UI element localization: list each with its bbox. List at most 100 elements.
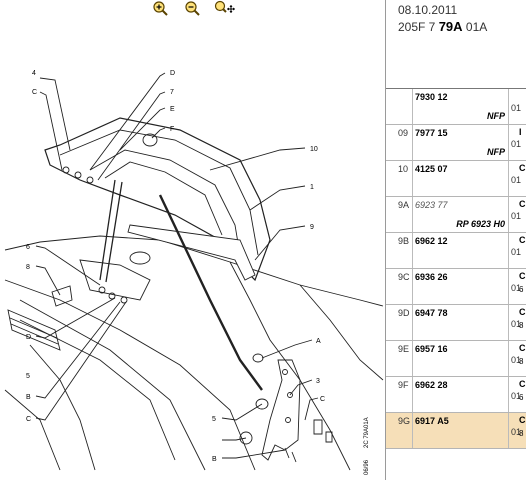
part-reference[interactable]: 6936 26 [415, 272, 448, 282]
reference-cell: 4125 07 [413, 161, 509, 196]
catalog-date: 08.10.2011 [398, 3, 458, 17]
part-extra-bottom: 8 [519, 429, 524, 438]
item-number: 9A [398, 200, 410, 210]
part-reference[interactable]: 6957 16 [415, 344, 448, 354]
parts-header: 08.10.2011 205F 7 79A 01A [386, 0, 526, 89]
quantity-cell: 01 C 8 [509, 305, 526, 340]
item-cell: 9B [386, 233, 413, 268]
item-number: 9F [398, 380, 409, 390]
callout-label: 5 [212, 416, 216, 423]
parts-table-row[interactable]: 9F 6962 28 01 C 6 [386, 377, 526, 413]
parts-table-row[interactable]: 9B 6962 12 01 C [386, 233, 526, 269]
part-quantity: 01 [511, 247, 522, 257]
item-cell: 9C [386, 269, 413, 304]
reference-cell: 6962 28 [413, 377, 509, 412]
hood-exploded-diagram: 4 C D 7 E F 10 1 9 6 8 D 5 B C A 3 5 B C… [4, 70, 384, 475]
parts-table-row[interactable]: 9C 6936 26 01 C 6 [386, 269, 526, 305]
item-cell: 9G [386, 413, 413, 448]
callout-label: A [316, 338, 321, 345]
quantity-cell: 01 C 6 [509, 377, 526, 412]
parts-table-row[interactable]: 9G 6917 A5 01 C 8 [386, 413, 526, 449]
callout-label: 7 [170, 89, 174, 96]
callout-label: 9 [310, 224, 314, 231]
callout-label: C [320, 396, 325, 403]
callout-label: D [26, 334, 31, 341]
callout-label: C [26, 416, 31, 423]
diagram-code-stamp: 2C 79A01A [364, 417, 370, 448]
part-extra-bottom: 6 [519, 393, 524, 402]
item-number: 9D [398, 308, 410, 318]
item-number: 9G [398, 416, 411, 426]
parts-table-row[interactable]: 7930 12 NFP 01 [386, 89, 526, 125]
part-reference[interactable]: 4125 07 [415, 164, 448, 174]
reference-cell: 7977 15 NFP [413, 125, 509, 160]
item-cell: 9F [386, 377, 413, 412]
part-extra-bottom: 8 [519, 357, 524, 366]
part-reference[interactable]: 6923 77 [415, 200, 448, 210]
part-extra-top: C [519, 235, 526, 245]
callout-label: B [26, 394, 31, 401]
part-quantity: 01 [511, 103, 522, 113]
quantity-cell: 01 [509, 89, 526, 124]
item-number: 9B [398, 236, 410, 246]
part-extra-top: C [519, 163, 526, 173]
part-extra-bottom: 8 [519, 321, 524, 330]
part-quantity: 01 [511, 139, 522, 149]
parts-table-row[interactable]: 9D 6947 78 01 C 8 [386, 305, 526, 341]
quantity-cell: 01 C 6 [509, 269, 526, 304]
item-number: 10 [398, 164, 409, 174]
callout-label: 8 [26, 264, 30, 271]
reference-cell: 6917 A5 [413, 413, 509, 448]
parts-table-row[interactable]: 9A 6923 77 RP 6923 H0 01 C [386, 197, 526, 233]
part-reference[interactable]: 7930 12 [415, 92, 448, 102]
part-extra-bottom: 6 [519, 285, 524, 294]
diagram-panel: 4 C D 7 E F 10 1 9 6 8 D 5 B C A 3 5 B C… [0, 0, 386, 480]
callout-label: 3 [316, 378, 320, 385]
reference-cell: 6936 26 [413, 269, 509, 304]
item-cell: 9A [386, 197, 413, 232]
part-note: RP 6923 H0 [456, 219, 505, 229]
part-reference[interactable]: 6962 12 [415, 236, 448, 246]
catalog-code: 205F 7 79A 01A [386, 17, 526, 34]
code-suffix: 01A [462, 20, 488, 34]
part-extra-top: C [519, 307, 526, 317]
item-cell: 10 [386, 161, 413, 196]
code-group: 79A [438, 19, 463, 34]
parts-table-row[interactable]: 09 7977 15 NFP 01 I [386, 125, 526, 161]
part-extra-top: C [519, 271, 526, 281]
part-reference[interactable]: 7977 15 [415, 128, 448, 138]
part-extra-top: I [519, 127, 522, 137]
part-extra-top: C [519, 199, 526, 209]
callout-label: 4 [32, 70, 36, 77]
item-cell: 9D [386, 305, 413, 340]
callout-label: C [32, 89, 37, 96]
part-reference[interactable]: 6917 A5 [415, 416, 449, 426]
reference-cell: 6947 78 [413, 305, 509, 340]
parts-table-row[interactable]: 9E 6957 16 01 C 8 [386, 341, 526, 377]
callout-label: D [170, 70, 175, 77]
part-reference[interactable]: 6962 28 [415, 380, 448, 390]
part-extra-top: C [519, 379, 526, 389]
item-cell [386, 89, 413, 124]
callout-label: 6 [26, 244, 30, 251]
part-extra-top: C [519, 343, 526, 353]
callout-label: B [212, 456, 217, 463]
part-quantity: 01 [511, 211, 522, 221]
parts-table-row[interactable]: 10 4125 07 01 C [386, 161, 526, 197]
parts-panel: 08.10.2011 205F 7 79A 01A 7930 12 NFP 01 09… [386, 0, 526, 480]
parts-table: 7930 12 NFP 01 09 7977 15 NFP 01 I 10 4125 07 01 C 9… [386, 89, 526, 449]
part-extra-top: C [519, 415, 526, 425]
part-reference[interactable]: 6947 78 [415, 308, 448, 318]
item-number: 09 [398, 128, 409, 138]
part-quantity: 01 [511, 175, 522, 185]
item-cell: 09 [386, 125, 413, 160]
quantity-cell: 01 C [509, 233, 526, 268]
item-number: 9E [398, 344, 410, 354]
callout-label: 5 [26, 373, 30, 380]
quantity-cell: 01 C [509, 197, 526, 232]
callout-label: F [170, 126, 174, 133]
part-note: NFP [487, 147, 505, 157]
reference-cell: 6962 12 [413, 233, 509, 268]
callout-label: 10 [310, 146, 318, 153]
diagram-date-stamp: 06/96 [364, 459, 370, 475]
